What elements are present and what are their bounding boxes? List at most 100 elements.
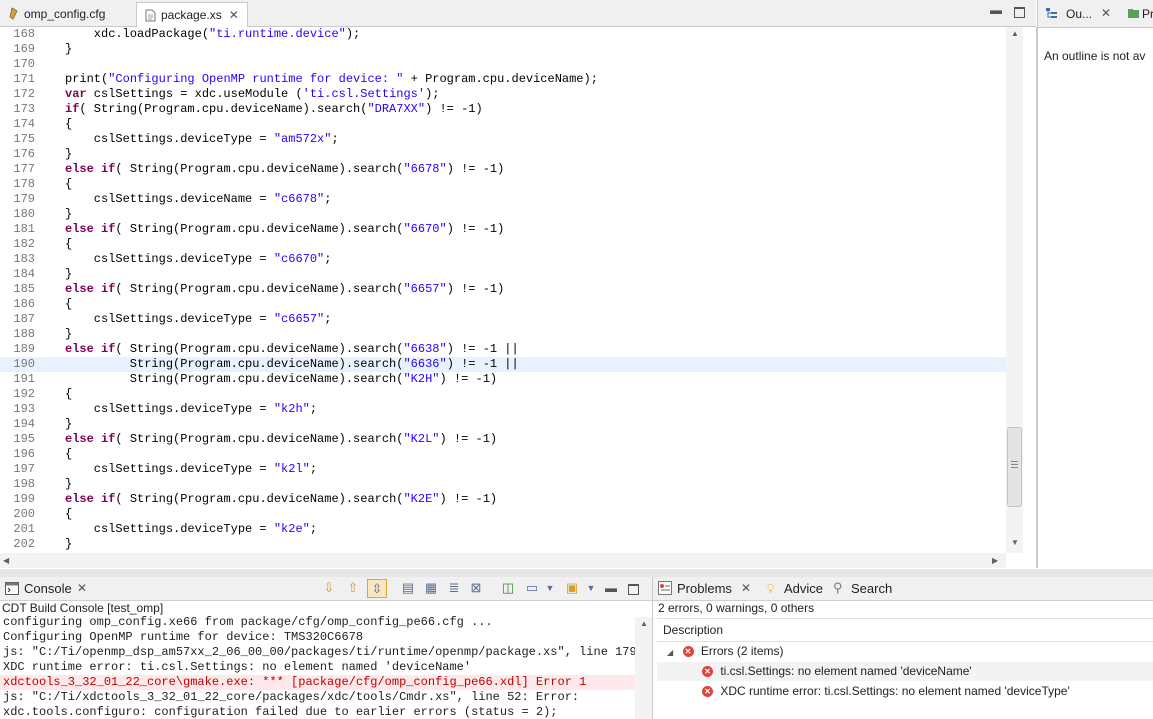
column-header[interactable]: Description: [657, 618, 1153, 642]
tab-omp-config[interactable]: omp_config.cfg: [0, 2, 113, 25]
scroll-up-arrow-icon[interactable]: ▲: [640, 619, 648, 628]
code-line[interactable]: 181 else if( String(Program.cpu.deviceNam…: [0, 222, 1006, 237]
problems-summary: 2 errors, 0 warnings, 0 others: [658, 601, 815, 615]
code-line[interactable]: 176}: [0, 147, 1006, 162]
code-text: if( String(Program.cpu.deviceName).searc…: [65, 102, 483, 116]
word-wrap-icon[interactable]: ≣: [447, 581, 461, 595]
line-number: 197: [13, 462, 35, 476]
tab-advice[interactable]: Advice: [784, 581, 823, 596]
code-text: xdc.loadPackage("ti.runtime.device");: [65, 27, 361, 41]
code-text: cslSettings.deviceType = "k2l";: [65, 462, 318, 476]
maximize-icon[interactable]: [628, 584, 639, 595]
problem-description: XDC runtime error: ti.csl.Settings: no e…: [720, 684, 1070, 698]
tab-search[interactable]: Search: [851, 581, 892, 596]
code-line[interactable]: 173 if( String(Program.cpu.deviceName).se…: [0, 102, 1006, 117]
close-icon[interactable]: ✕: [741, 581, 751, 595]
code-line[interactable]: 195 else if( String(Program.cpu.deviceNam…: [0, 432, 1006, 447]
remove-console-icon[interactable]: ⊠: [469, 581, 483, 595]
scroll-down-icon[interactable]: ⇩: [322, 581, 336, 595]
code-line[interactable]: 182 {: [0, 237, 1006, 252]
console-output[interactable]: configuring omp_config.xe66 from package…: [0, 615, 635, 719]
code-line[interactable]: 171 print("Configuring OpenMP runtime for…: [0, 72, 1006, 87]
code-line[interactable]: 172 var cslSettings = xdc.useModule ('ti.…: [0, 87, 1006, 102]
scroll-right-arrow-icon[interactable]: ▶: [992, 556, 998, 565]
scrollbar-thumb[interactable]: [1007, 427, 1022, 507]
code-line[interactable]: 193 cslSettings.deviceType = "k2h";: [0, 402, 1006, 417]
line-number: 187: [13, 312, 35, 326]
tab-problems[interactable]: Problems: [677, 581, 732, 596]
close-icon[interactable]: ✕: [229, 8, 239, 22]
code-line[interactable]: 194}: [0, 417, 1006, 432]
error-group-row[interactable]: ◢ ✕ Errors (2 items): [667, 642, 784, 661]
scroll-down-arrow-icon[interactable]: ▼: [1011, 538, 1019, 547]
code-line[interactable]: 174 {: [0, 117, 1006, 132]
code-line[interactable]: 175 cslSettings.deviceType = "am572x";: [0, 132, 1006, 147]
scroll-lock-icon[interactable]: ⇳: [367, 579, 387, 598]
display-dropdown-icon[interactable]: ▼: [543, 581, 557, 595]
code-line[interactable]: 184}: [0, 267, 1006, 282]
code-text: }: [65, 477, 73, 491]
line-number: 177: [13, 162, 35, 176]
copy-console-icon[interactable]: ▤: [401, 581, 415, 595]
code-line[interactable]: 188}: [0, 327, 1006, 342]
close-icon[interactable]: ✕: [1101, 6, 1111, 20]
code-line[interactable]: 190 String(Program.cpu.deviceName).searc…: [0, 357, 1006, 372]
code-text: cslSettings.deviceType = "k2h";: [65, 402, 318, 416]
scroll-up-arrow-icon[interactable]: ▲: [1011, 29, 1019, 38]
code-line[interactable]: 187 cslSettings.deviceType = "c6657";: [0, 312, 1006, 327]
maximize-icon[interactable]: [1014, 7, 1025, 18]
code-line[interactable]: 197 cslSettings.deviceType = "k2l";: [0, 462, 1006, 477]
tab-outline[interactable]: Ou...: [1066, 7, 1092, 21]
line-number: 185: [13, 282, 35, 296]
scroll-up-icon[interactable]: ⇧: [346, 581, 360, 595]
display-console-icon[interactable]: ▭: [525, 581, 539, 595]
code-line[interactable]: 191 String(Program.cpu.deviceName).searc…: [0, 372, 1006, 387]
open-dropdown-icon[interactable]: ▼: [584, 581, 598, 595]
problem-item[interactable]: ✕ XDC runtime error: ti.csl.Settings: no…: [702, 682, 1070, 701]
editor-horizontal-scrollbar[interactable]: ◀ ▶: [0, 553, 1006, 568]
clear-console-icon[interactable]: ▦: [424, 581, 438, 595]
code-line[interactable]: 186 {: [0, 297, 1006, 312]
tab-console[interactable]: Console: [24, 581, 72, 596]
editor-tab-bar: omp_config.cfg package.xs ✕ ▬: [0, 0, 1036, 27]
scroll-left-arrow-icon[interactable]: ◀: [3, 556, 9, 565]
code-line[interactable]: 168 xdc.loadPackage("ti.runtime.device")…: [0, 27, 1006, 42]
code-line[interactable]: 200 {: [0, 507, 1006, 522]
code-line[interactable]: 201 cslSettings.deviceType = "k2e";: [0, 522, 1006, 537]
line-number: 181: [13, 222, 35, 236]
code-line[interactable]: 198}: [0, 477, 1006, 492]
tab-package-xs[interactable]: package.xs ✕: [136, 2, 248, 27]
console-line: js: "C:/Ti/xdctools_3_32_01_22_core/pack…: [3, 690, 580, 704]
tab-project[interactable]: Pr: [1142, 7, 1153, 21]
code-line[interactable]: 169}: [0, 42, 1006, 57]
editor-vertical-scrollbar[interactable]: ▲ ▼: [1006, 27, 1023, 553]
problem-description: ti.csl.Settings: no element named 'devic…: [720, 664, 972, 678]
code-line[interactable]: 189 else if( String(Program.cpu.deviceNam…: [0, 342, 1006, 357]
code-text: var cslSettings = xdc.useModule ('ti.csl…: [65, 87, 440, 101]
line-number: 202: [13, 537, 35, 551]
code-line[interactable]: 177 else if( String(Program.cpu.deviceNam…: [0, 162, 1006, 177]
code-line[interactable]: 180}: [0, 207, 1006, 222]
code-line[interactable]: 179 cslSettings.deviceName = "c6678";: [0, 192, 1006, 207]
code-area[interactable]: 168 xdc.loadPackage("ti.runtime.device")…: [0, 27, 1006, 553]
line-number: 198: [13, 477, 35, 491]
code-line[interactable]: 192 {: [0, 387, 1006, 402]
pin-console-icon[interactable]: ◫: [501, 581, 515, 595]
code-line[interactable]: 178 {: [0, 177, 1006, 192]
search-icon: ⚲: [833, 580, 843, 595]
code-line[interactable]: 183 cslSettings.deviceType = "c6670";: [0, 252, 1006, 267]
minimize-icon[interactable]: ▬: [990, 4, 1002, 16]
code-line[interactable]: 202}: [0, 537, 1006, 552]
close-icon[interactable]: ✕: [77, 581, 87, 595]
code-line[interactable]: 185 else if( String(Program.cpu.deviceNam…: [0, 282, 1006, 297]
code-editor[interactable]: 168 xdc.loadPackage("ti.runtime.device")…: [0, 27, 1037, 568]
problem-item[interactable]: ✕ ti.csl.Settings: no element named 'dev…: [657, 662, 1153, 681]
code-line[interactable]: 196 {: [0, 447, 1006, 462]
code-line[interactable]: 170: [0, 57, 1006, 72]
minimize-icon[interactable]: ▬: [605, 582, 617, 594]
console-vertical-scrollbar[interactable]: ▲: [635, 617, 652, 719]
code-line[interactable]: 199 else if( String(Program.cpu.deviceNam…: [0, 492, 1006, 507]
open-console-icon[interactable]: ▣: [565, 581, 579, 595]
panel-divider[interactable]: [0, 569, 1153, 577]
tree-expand-icon[interactable]: ◢: [667, 648, 673, 657]
